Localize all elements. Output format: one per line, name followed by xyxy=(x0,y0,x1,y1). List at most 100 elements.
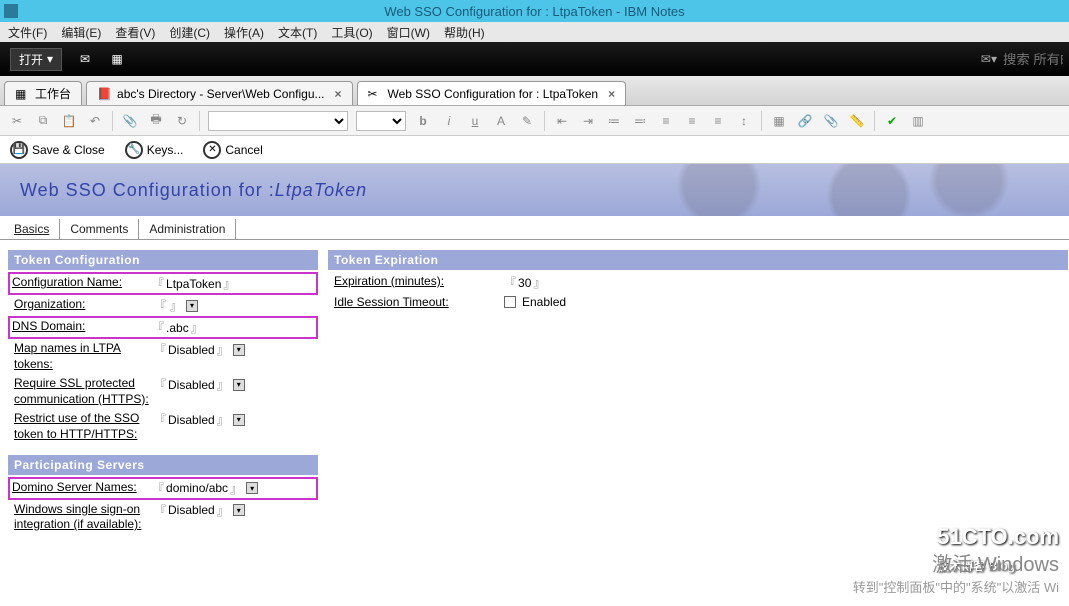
formtab-admin[interactable]: Administration xyxy=(139,219,236,239)
keys-button[interactable]: 🔧 Keys... xyxy=(125,141,184,159)
section-token-config: Token Configuration xyxy=(8,250,318,270)
indent-right-icon[interactable]: ⇥ xyxy=(579,113,597,129)
search-box: ✉▾ xyxy=(981,52,1063,67)
font-color-icon[interactable]: A xyxy=(492,113,510,129)
workspace-icon: ▦ xyxy=(15,87,29,101)
align-right-icon[interactable]: ≡ xyxy=(709,113,727,129)
ruler-icon[interactable]: 📏 xyxy=(848,113,866,129)
separator xyxy=(199,111,200,131)
attach-icon[interactable]: 📎 xyxy=(121,113,139,129)
field-windows-sso[interactable]: 『Disabled』▾ xyxy=(154,502,312,519)
field-organization[interactable]: 『』▾ xyxy=(154,297,312,314)
field-restrict-sso[interactable]: 『Disabled』▾ xyxy=(154,411,312,428)
line-spacing-icon[interactable]: ↕ xyxy=(735,113,753,129)
align-left-icon[interactable]: ≡ xyxy=(657,113,675,129)
save-close-button[interactable]: 💾 Save & Close xyxy=(10,141,105,159)
field-config-name[interactable]: 『LtpaToken』 xyxy=(152,275,314,292)
dropdown-icon[interactable]: ▾ xyxy=(186,300,198,312)
menu-view[interactable]: 查看(V) xyxy=(115,24,155,41)
tab-label: abc's Directory - Server\Web Configu... xyxy=(117,87,324,101)
label-domino-servers: Domino Server Names: xyxy=(12,480,152,496)
dropdown-icon[interactable]: ▾ xyxy=(233,379,245,391)
open-button[interactable]: 打开 ▾ xyxy=(10,48,62,71)
menu-bar: 文件(F) 编辑(E) 查看(V) 创建(C) 操作(A) 文本(T) 工具(O… xyxy=(0,22,1069,42)
document-tab-bar: ▦ 工作台 📕 abc's Directory - Server\Web Con… xyxy=(0,76,1069,106)
formtab-comments[interactable]: Comments xyxy=(60,219,139,239)
calendar-icon[interactable]: ▦ xyxy=(108,50,126,68)
field-dns-domain[interactable]: 『.abc』 xyxy=(152,319,314,336)
italic-icon[interactable]: i xyxy=(440,113,458,129)
mail-icon[interactable]: ✉ xyxy=(76,50,94,68)
formtab-basics[interactable]: Basics xyxy=(4,219,60,239)
link-icon[interactable]: 🔗 xyxy=(796,113,814,129)
menu-action[interactable]: 操作(A) xyxy=(224,24,264,41)
menu-help[interactable]: 帮助(H) xyxy=(444,24,485,41)
field-expiration[interactable]: 『30』 xyxy=(504,274,1062,291)
cut-icon[interactable]: ✂ xyxy=(8,113,26,129)
dropdown-icon[interactable]: ▾ xyxy=(233,344,245,356)
undo-icon[interactable]: ↶ xyxy=(86,113,104,129)
row-restrict-sso: Restrict use of the SSO token to HTTP/HT… xyxy=(8,409,318,444)
tab-directory[interactable]: 📕 abc's Directory - Server\Web Configu..… xyxy=(86,81,353,105)
menu-create[interactable]: 创建(C) xyxy=(169,24,210,41)
left-column: Token Configuration Configuration Name: … xyxy=(8,250,318,535)
refresh-icon[interactable]: ↻ xyxy=(173,113,191,129)
banner-name: LtpaToken xyxy=(275,180,367,201)
dropdown-icon[interactable]: ▾ xyxy=(233,414,245,426)
separator xyxy=(874,111,875,131)
attach2-icon[interactable]: 📎 xyxy=(822,113,840,129)
menu-edit[interactable]: 编辑(E) xyxy=(61,24,101,41)
bullet-list-icon[interactable]: ≔ xyxy=(605,113,623,129)
indent-left-icon[interactable]: ⇤ xyxy=(553,113,571,129)
tab-workspace[interactable]: ▦ 工作台 xyxy=(4,81,82,105)
book-icon: 📕 xyxy=(97,87,111,101)
separator xyxy=(544,111,545,131)
copy-icon[interactable]: ⧉ xyxy=(34,113,52,129)
main-toolbar: 打开 ▾ ✉ ▦ ✉▾ xyxy=(0,42,1069,76)
row-map-names: Map names in LTPA tokens: 『Disabled』▾ xyxy=(8,339,318,374)
underline-icon[interactable]: u xyxy=(466,113,484,129)
table-icon[interactable]: ▦ xyxy=(770,113,788,129)
watermark-logo: 51CTO.com 技术博客 Blog xyxy=(937,524,1059,576)
align-center-icon[interactable]: ≡ xyxy=(683,113,701,129)
save-label: Save & Close xyxy=(32,143,105,157)
check-icon[interactable]: ✔ xyxy=(883,113,901,129)
props-icon[interactable]: ▥ xyxy=(909,113,927,129)
field-map-names[interactable]: 『Disabled』▾ xyxy=(154,341,312,358)
app-icon xyxy=(4,4,18,18)
font-size-combo[interactable] xyxy=(356,111,406,131)
search-input[interactable] xyxy=(1003,52,1063,67)
save-icon: 💾 xyxy=(10,141,28,159)
number-list-icon[interactable]: ≕ xyxy=(631,113,649,129)
label-organization: Organization: xyxy=(14,297,154,313)
menu-text[interactable]: 文本(T) xyxy=(278,24,317,41)
highlight-icon[interactable]: ✎ xyxy=(518,113,536,129)
row-config-name: Configuration Name: 『LtpaToken』 xyxy=(8,272,318,295)
bold-icon[interactable]: b xyxy=(414,113,432,129)
close-icon[interactable]: × xyxy=(608,87,615,101)
form-content: Token Configuration Configuration Name: … xyxy=(0,240,1069,545)
field-domino-servers[interactable]: 『domino/abc』▾ xyxy=(152,480,314,497)
close-icon[interactable]: × xyxy=(335,87,342,101)
cancel-button[interactable]: ✕ Cancel xyxy=(203,141,262,159)
tab-websso[interactable]: ✂ Web SSO Configuration for : LtpaToken … xyxy=(357,81,627,105)
mail-dropdown-icon[interactable]: ✉▾ xyxy=(981,52,997,66)
row-windows-sso: Windows single sign-on integration (if a… xyxy=(8,500,318,535)
field-idle-timeout: Enabled xyxy=(504,295,1062,309)
dropdown-icon[interactable]: ▾ xyxy=(233,504,245,516)
menu-tools[interactable]: 工具(O) xyxy=(331,24,372,41)
font-family-combo[interactable] xyxy=(208,111,348,131)
row-domino-servers: Domino Server Names: 『domino/abc』▾ xyxy=(8,477,318,500)
dropdown-icon[interactable]: ▾ xyxy=(246,482,258,494)
menu-window[interactable]: 窗口(W) xyxy=(387,24,430,41)
row-dns-domain: DNS Domain: 『.abc』 xyxy=(8,316,318,339)
menu-file[interactable]: 文件(F) xyxy=(8,24,47,41)
chevron-down-icon: ▾ xyxy=(47,52,53,66)
doc-icon: ✂ xyxy=(368,87,382,101)
label-require-ssl: Require SSL protected communication (HTT… xyxy=(14,376,154,407)
idle-checkbox[interactable] xyxy=(504,296,516,308)
paste-icon[interactable]: 📋 xyxy=(60,113,78,129)
row-idle-timeout: Idle Session Timeout: Enabled xyxy=(328,293,1068,313)
field-require-ssl[interactable]: 『Disabled』▾ xyxy=(154,376,312,393)
print-icon[interactable]: 🖶 xyxy=(147,113,165,129)
